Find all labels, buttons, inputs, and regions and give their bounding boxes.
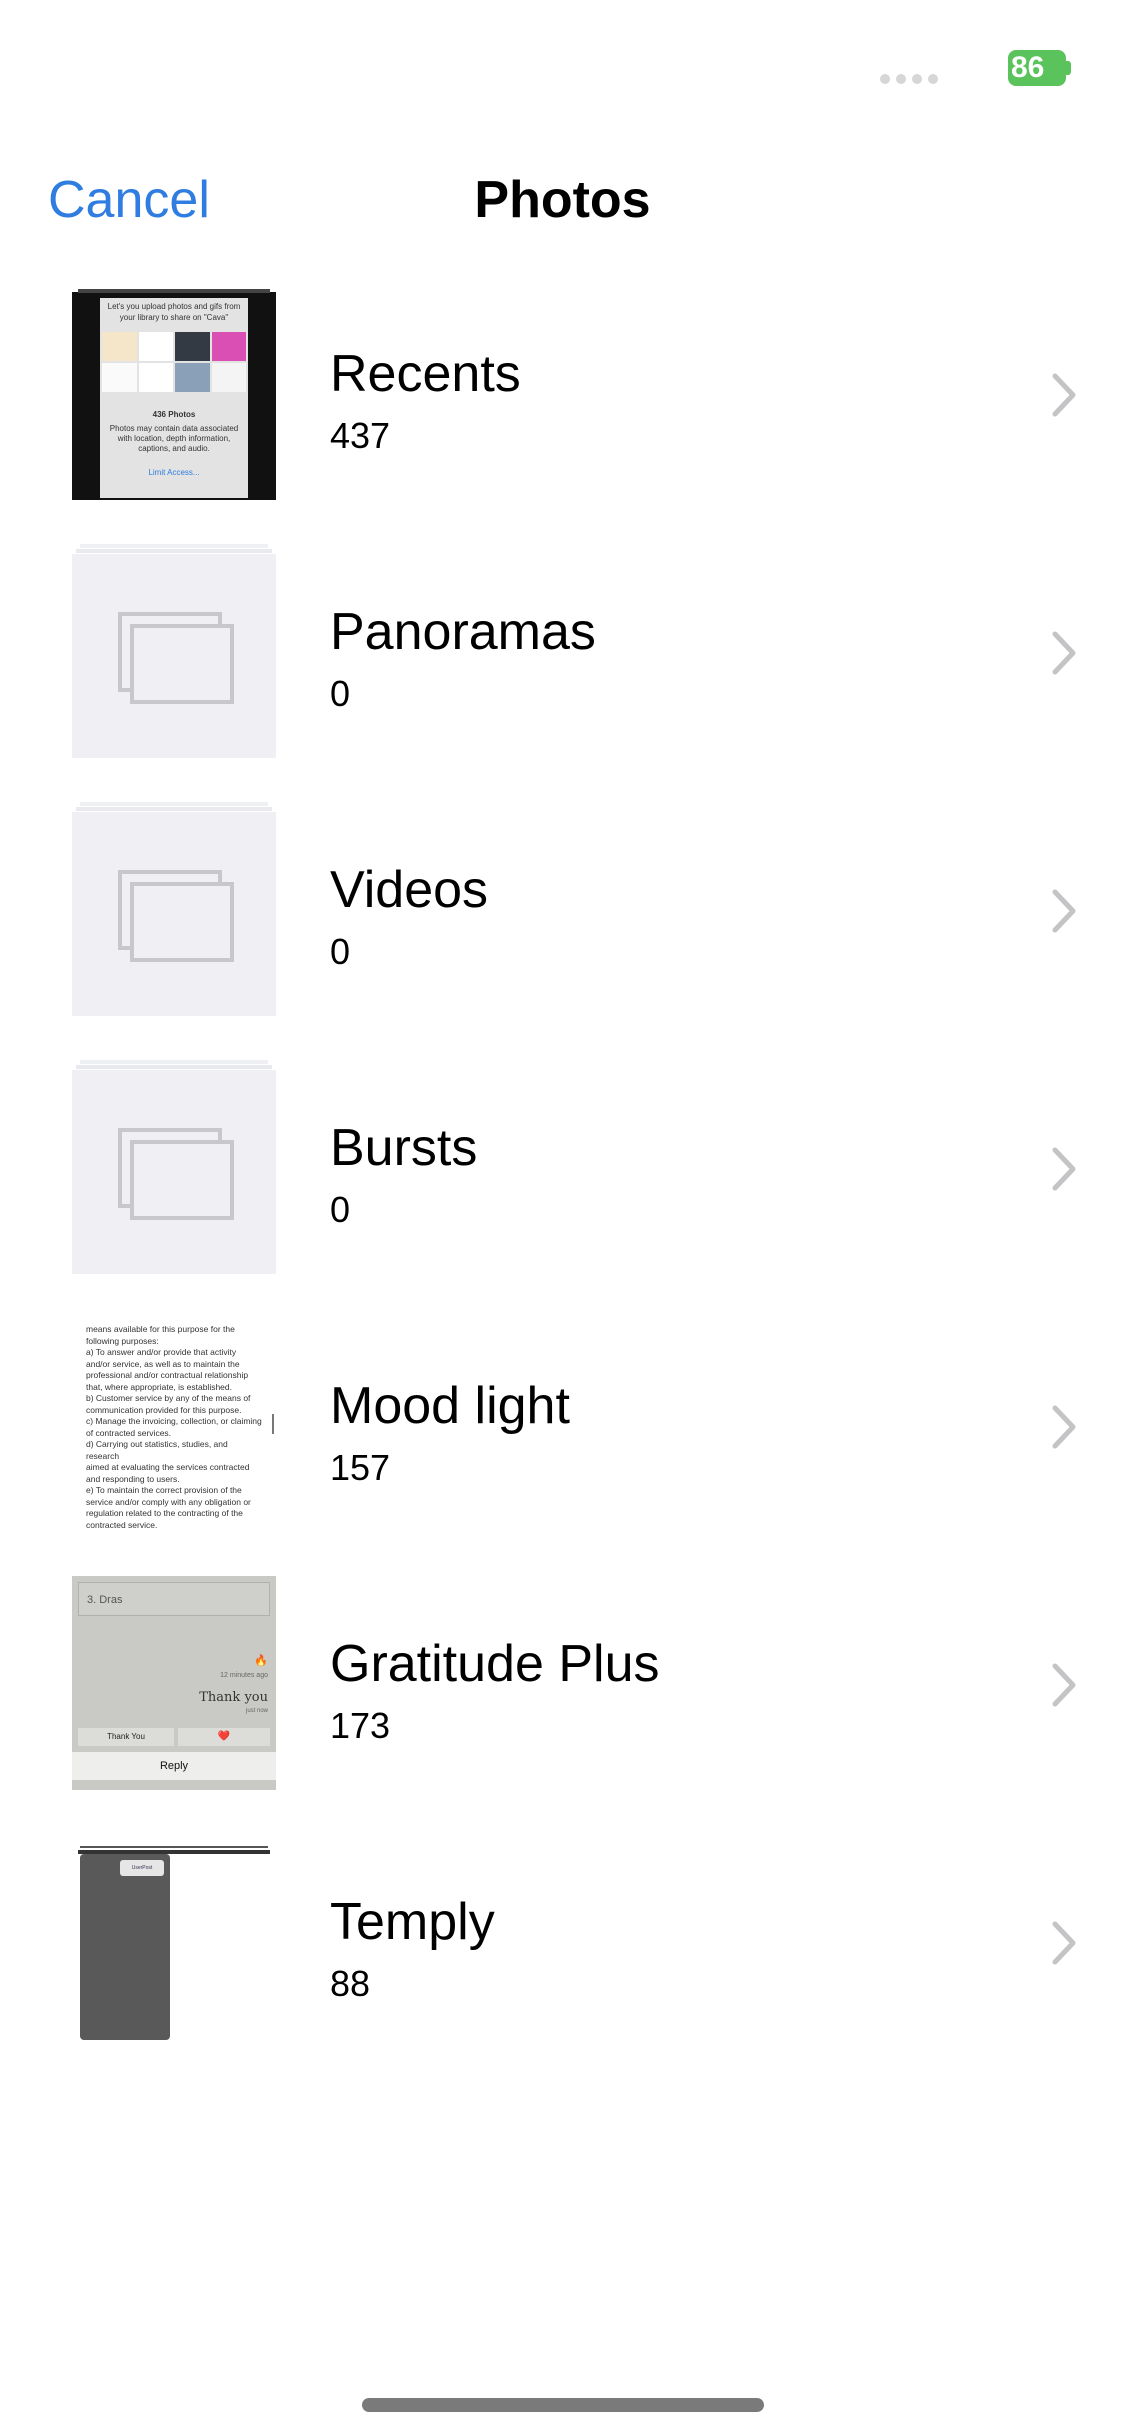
empty-album-icon — [118, 1128, 234, 1220]
chevron-right-icon — [1052, 1147, 1076, 1191]
thumb-text: Limit Access... — [148, 468, 200, 477]
home-indicator[interactable] — [362, 2398, 764, 2412]
album-name: Videos — [330, 861, 489, 919]
album-name: Recents — [330, 345, 521, 403]
photo-picker-screen: 86 Photos Cancel Let's you upload photos… — [0, 0, 1125, 2436]
battery-icon: 86 — [1008, 50, 1066, 86]
album-thumbnail: means available for this purpose for the… — [72, 1318, 276, 1532]
heart-icon: ❤️ — [178, 1728, 270, 1746]
album-row-gratitude-plus[interactable]: 3. Dras 🔥 12 minutes ago Thank you just … — [0, 1562, 1125, 1820]
album-thumbnail: 3. Dras 🔥 12 minutes ago Thank you just … — [72, 1576, 276, 1790]
thumb-text: 436 Photos — [152, 410, 196, 419]
album-thumbnail: Let's you upload photos and gifs from yo… — [72, 286, 276, 500]
cellular-signal-icon — [880, 74, 938, 84]
album-thumbnail: UserPost — [72, 1834, 276, 2048]
album-row-bursts[interactable]: Bursts 0 — [0, 1046, 1125, 1304]
album-count: 0 — [330, 931, 351, 972]
album-count: 88 — [330, 1963, 371, 2004]
album-list: Let's you upload photos and gifs from yo… — [0, 272, 1125, 2078]
album-count: 0 — [330, 673, 351, 714]
empty-album-icon — [118, 870, 234, 962]
status-bar: 86 — [0, 0, 1125, 140]
empty-album-icon — [118, 612, 234, 704]
thumb-text: your library to share on "Cava" — [119, 313, 229, 322]
album-thumbnail — [72, 802, 276, 1016]
thumb-text: Thank You — [78, 1728, 174, 1746]
thumb-text: Reply — [72, 1752, 276, 1780]
thumb-text: Thank you — [199, 1690, 268, 1705]
thumb-photo-grid — [102, 332, 246, 392]
chevron-right-icon — [1052, 1405, 1076, 1449]
album-name: Gratitude Plus — [330, 1635, 660, 1693]
thumb-text: Let's you upload photos and gifs from — [107, 302, 241, 311]
album-name: Bursts — [330, 1119, 478, 1177]
album-name: Mood light — [330, 1377, 570, 1435]
thumb-text: Photos may contain data associated with … — [109, 424, 239, 453]
navigation-bar: Photos Cancel — [0, 150, 1125, 250]
thumb-text: just now — [245, 1708, 268, 1714]
album-thumbnail — [72, 544, 276, 758]
chevron-right-icon — [1052, 373, 1076, 417]
battery-level: 86 — [1011, 51, 1045, 84]
album-row-videos[interactable]: Videos 0 — [0, 788, 1125, 1046]
chevron-right-icon — [1052, 1663, 1076, 1707]
chevron-right-icon — [1052, 631, 1076, 675]
thumb-text: UserPost — [120, 1860, 164, 1876]
album-count: 0 — [330, 1189, 351, 1230]
battery-cap — [1066, 61, 1071, 75]
album-row-recents[interactable]: Let's you upload photos and gifs from yo… — [0, 272, 1125, 530]
thumb-text: 3. Dras — [78, 1582, 270, 1616]
album-count: 157 — [330, 1447, 391, 1488]
album-thumbnail — [72, 1060, 276, 1274]
album-count: 173 — [330, 1705, 391, 1746]
album-name: Temply — [330, 1893, 495, 1951]
chevron-right-icon — [1052, 1921, 1076, 1965]
flame-icon: 🔥 — [254, 1655, 268, 1667]
thumb-text: 12 minutes ago — [220, 1672, 268, 1679]
thumb-text: means available for this purpose for the… — [86, 1324, 262, 1530]
album-row-panoramas[interactable]: Panoramas 0 — [0, 530, 1125, 788]
cancel-button[interactable]: Cancel — [48, 170, 210, 230]
album-name: Panoramas — [330, 603, 596, 661]
album-count: 437 — [330, 415, 391, 456]
album-row-mood-light[interactable]: means available for this purpose for the… — [0, 1304, 1125, 1562]
chevron-right-icon — [1052, 889, 1076, 933]
album-row-temply[interactable]: UserPost Temply 88 — [0, 1820, 1125, 2078]
